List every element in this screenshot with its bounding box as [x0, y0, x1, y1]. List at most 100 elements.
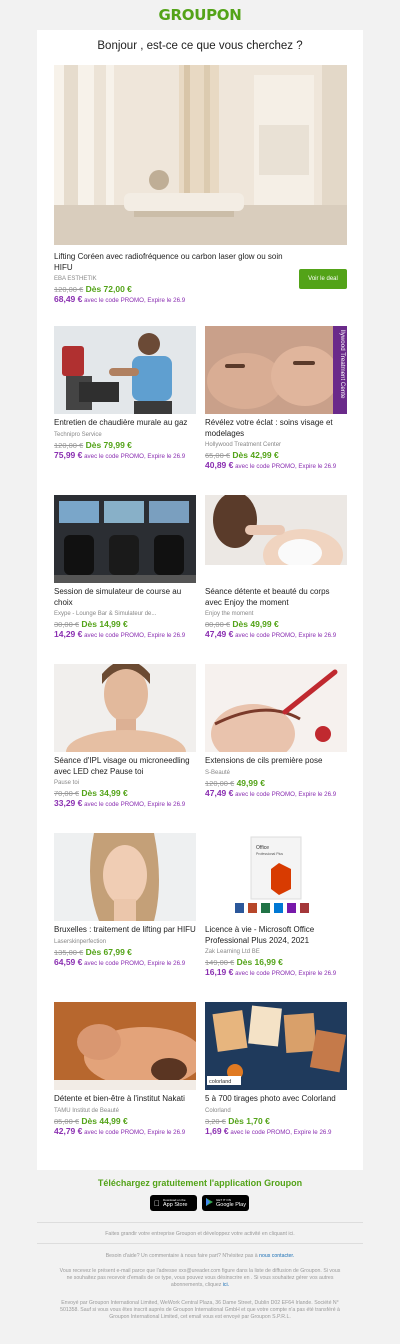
promo-price: 47,49 € [205, 787, 234, 798]
hero-deal-title[interactable]: Lifting Coréen avec radiofréquence ou ca… [54, 252, 294, 273]
deal-image[interactable] [205, 495, 347, 583]
deal-title[interactable]: Bruxelles : traitement de lifting par HI… [54, 925, 196, 936]
deal-price: 65,00 € Dès 42,99 € [205, 450, 347, 460]
greeting-heading: Bonjour , est-ce ce que vous cherchez ? [97, 40, 303, 52]
deal-tile[interactable]: Séance d'IPL visage ou microneedling ave… [54, 664, 196, 809]
deal-tile[interactable]: colorland 5 à 700 tirages photo avec Col… [205, 1002, 347, 1137]
office-box-title: Office [256, 845, 269, 851]
office-box-subtitle: Professional Plus [256, 852, 283, 856]
deal-title[interactable]: Détente et bien-être à l'institut Nakati [54, 1094, 196, 1105]
new-price: Dès 16,99 € [236, 957, 283, 967]
promo-text: avec le code PROMO, Expire le 26.9 [84, 959, 186, 967]
deal-tile[interactable]: Session de simulateur de course au choix… [54, 495, 196, 640]
deal-image[interactable]: llywood Treatment Cente [205, 326, 347, 414]
deal-title[interactable]: Licence à vie - Microsoft Office Profess… [205, 925, 347, 946]
deal-image[interactable] [54, 1002, 196, 1090]
deal-title[interactable]: Révélez votre éclat : soins visage et mo… [205, 418, 347, 439]
footer-divider [37, 1222, 363, 1223]
deal-merchant: Zak Learning Ltd BE [205, 949, 260, 955]
hero-deal-image[interactable] [54, 65, 347, 245]
new-price: Dès 1,70 € [228, 1115, 270, 1126]
new-price: Dès 34,99 € [81, 788, 128, 798]
help-prefix: Besoin d'aide? Un commentaire à nous fai… [105, 1253, 258, 1259]
app-store-label: App Store [157, 1202, 187, 1208]
groupon-logo[interactable]: GROUPON [159, 6, 242, 24]
deal-title[interactable]: 5 à 700 tirages photo avec Colorland [205, 1094, 347, 1105]
deal-image[interactable] [54, 664, 196, 752]
apple-icon:  [154, 1199, 160, 1208]
manage-subscriptions-link[interactable]: ici. [223, 1282, 229, 1288]
contact-link[interactable]: nous contacter. [259, 1253, 294, 1259]
new-price: Dès 67,99 € [85, 946, 132, 957]
deal-promo: 40,89 € avec le code PROMO, Expire le 26… [205, 461, 347, 471]
merchant-signup-text[interactable]: Faites grandir votre entreprise Groupon … [57, 1231, 343, 1238]
deal-title[interactable]: Extensions de cils première pose [205, 756, 347, 767]
promo-price: 14,29 € [54, 629, 83, 639]
deal-title[interactable]: Séance détente et beauté du corps avec E… [205, 587, 347, 608]
old-price: 120,00 € [205, 778, 235, 788]
new-price: Dès 14,99 € [81, 619, 128, 629]
promo-price: 40,89 € [205, 460, 234, 470]
deal-image[interactable] [54, 833, 196, 921]
hero-promo: 68,49 € avec le code PROMO, Expire le 26… [54, 295, 294, 305]
old-price: 149,00 € [205, 958, 235, 967]
promo-text: avec le code PROMO, Expire le 26.9 [235, 463, 337, 470]
deal-price: 70,00 € Dès 34,99 € [54, 788, 196, 798]
deal-image[interactable] [54, 326, 196, 414]
deal-title[interactable]: Session de simulateur de course au choix [54, 587, 196, 608]
legal-notice: Envoyé par Groupon International Limited… [60, 1300, 340, 1320]
deal-tile[interactable]: Séance détente et beauté du corps avec E… [205, 495, 347, 640]
promo-text: avec le code PROMO, Expire le 26.9 [235, 790, 337, 798]
deal-promo: 16,19 € avec le code PROMO, Expire le 26… [205, 968, 347, 978]
deal-merchant: Hollywood Treatment Center [205, 442, 282, 448]
colorland-logo-text: colorland [209, 1079, 231, 1085]
deal-price: 3,20 € Dès 1,70 € [205, 1116, 347, 1126]
view-deal-button[interactable]: Voir le deal [299, 269, 347, 289]
hero-new-price: Dès 72,00 € [85, 284, 132, 294]
hero-promo-price: 68,49 € [54, 294, 83, 304]
deal-price: 135,00 € Dès 67,99 € [54, 947, 196, 957]
deal-price: 149,00 € Dès 16,99 € [205, 957, 347, 967]
old-price: 135,00 € [54, 947, 84, 957]
deal-tile[interactable]: Détente et bien-être à l'institut Nakati… [54, 1002, 196, 1137]
deal-tile[interactable]: Bruxelles : traitement de lifting par HI… [54, 833, 196, 968]
hero-deal-merchant: EBA ESTHETIK [54, 276, 97, 282]
hero-deal-info: Lifting Coréen avec radiofréquence ou ca… [54, 252, 294, 305]
promo-price: 33,29 € [54, 798, 83, 808]
old-price: 80,00 € [205, 620, 231, 629]
notice-text: Vous recevez le présent e-mail parce que… [59, 1268, 341, 1288]
old-price: 30,00 € [54, 620, 80, 629]
deal-merchant: Exype - Lounge Bar & Simulateur de... [54, 611, 157, 617]
deal-image[interactable] [54, 495, 196, 583]
old-price: 70,00 € [54, 789, 80, 798]
deal-title[interactable]: Séance d'IPL visage ou microneedling ave… [54, 756, 196, 777]
promo-text: avec le code PROMO, Expire le 26.9 [84, 452, 186, 460]
deal-image[interactable] [205, 664, 347, 752]
promo-text: avec le code PROMO, Expire le 26.9 [235, 970, 337, 977]
old-price: 65,00 € [205, 451, 231, 460]
deal-price: 120,00 € Dès 79,99 € [54, 440, 196, 450]
app-store-badge[interactable]:  Download on the App Store [150, 1195, 197, 1211]
deal-price: 30,00 € Dès 14,99 € [54, 619, 196, 629]
deal-merchant: TAMU Institut de Beauté [54, 1107, 119, 1114]
deal-title[interactable]: Entretien de chaudière murale au gaz [54, 418, 196, 429]
new-price: Dès 79,99 € [85, 439, 132, 450]
deal-tile[interactable]: Entretien de chaudière murale au gaz Tec… [54, 326, 196, 461]
deal-tile[interactable]: Office Professional Plus Licence à vie -… [205, 833, 347, 978]
new-price: Dès 44,99 € [81, 1115, 128, 1126]
deal-tile[interactable]: Extensions de cils première pose S-Beaut… [205, 664, 347, 799]
deal-image[interactable]: Office Professional Plus [205, 833, 347, 921]
promo-text: avec le code PROMO, Expire le 26.9 [235, 632, 337, 639]
email-header: GROUPON [0, 0, 400, 30]
promo-text: avec le code PROMO, Expire le 26.9 [230, 1128, 332, 1136]
deal-price: 85,00 € Dès 44,99 € [54, 1116, 196, 1126]
google-play-badge[interactable]: GET IT ON Google Play [202, 1195, 249, 1211]
deal-tile[interactable]: llywood Treatment Cente Révélez votre éc… [205, 326, 347, 471]
hero-promo-text: avec le code PROMO, Expire le 26.9 [84, 297, 186, 304]
deal-image[interactable]: colorland [205, 1002, 347, 1090]
google-play-icon [206, 1198, 213, 1208]
deal-promo: 47,49 € avec le code PROMO, Expire le 26… [205, 787, 347, 799]
promo-text: avec le code PROMO, Expire le 26.9 [84, 801, 186, 808]
deals-card: Bonjour , est-ce ce que vous cherchez ? … [37, 30, 363, 1170]
promo-price: 64,59 € [54, 956, 83, 967]
